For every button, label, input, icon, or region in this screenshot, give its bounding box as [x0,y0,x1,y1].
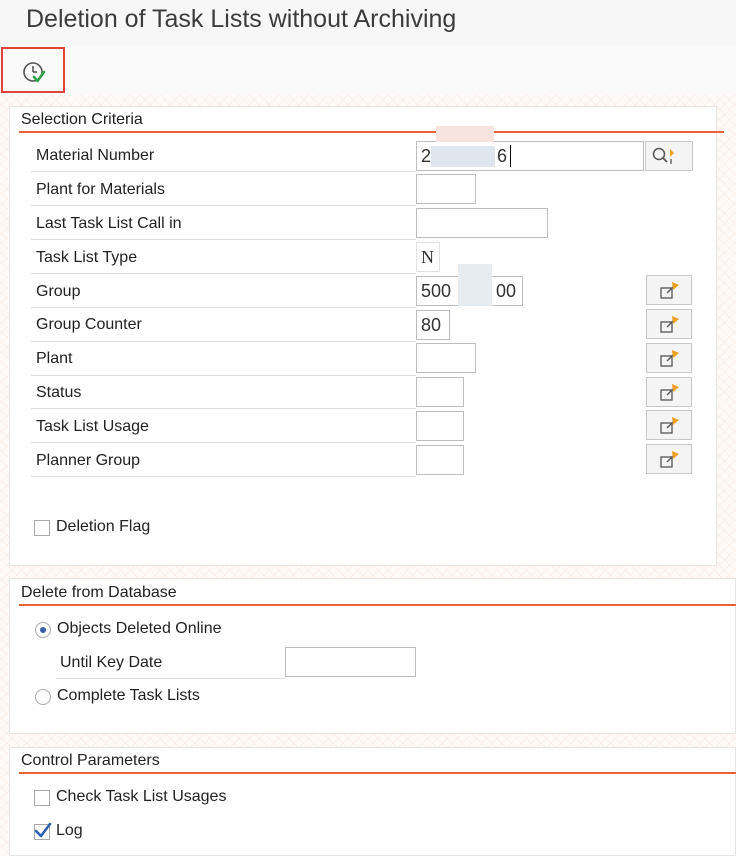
label-last-task-list-call: Last Task List Call in [36,215,182,232]
label-objects-deleted-online: Objects Deleted Online [57,620,222,637]
multiple-selection-icon [660,282,679,299]
label-complete-task-lists: Complete Task Lists [57,687,200,704]
multiple-selection-icon [660,451,679,468]
execute-button[interactable] [1,47,65,93]
field-value-end: 6 [497,146,508,166]
application-toolbar [0,45,736,96]
label-status: Status [36,384,82,401]
group-divider [19,131,724,133]
multiple-selection-button-task-list-usage[interactable] [646,410,692,440]
text-cursor [510,145,511,167]
check-task-list-usages-checkbox[interactable] [34,790,50,806]
multiple-selection-button-status[interactable] [646,377,692,407]
label-deletion-flag: Deletion Flag [56,518,151,535]
masked-value [436,126,494,142]
title-bar: Deletion of Task Lists without Archiving [0,0,736,46]
execute-clock-check-icon [23,62,46,83]
multiple-selection-button-plant[interactable] [646,343,692,373]
search-value-help-icon [652,147,674,164]
complete-task-lists-radio[interactable] [35,689,51,705]
field-value-start: 2 [421,146,432,166]
multiple-selection-button-group[interactable] [646,275,692,305]
label-task-list-usage: Task List Usage [36,418,149,435]
last-task-list-call-field[interactable] [416,208,548,238]
label-until-key-date: Until Key Date [60,654,163,671]
planner-group-field[interactable] [416,445,464,475]
label-planner-group: Planner Group [36,452,141,469]
row-divider [31,375,416,376]
status-field[interactable] [416,377,464,407]
label-group: Group [36,283,81,300]
checkmark-icon [34,822,52,838]
row-divider [31,239,416,240]
label-log: Log [56,822,83,839]
group-title: Delete from Database [21,584,177,601]
matchcode-button[interactable] [645,141,693,171]
plant-for-materials-field[interactable] [416,174,476,204]
log-checkbox[interactable] [34,822,52,840]
row-divider [31,341,416,342]
task-list-usage-field[interactable] [416,411,464,441]
label-plant-for-materials: Plant for Materials [36,181,165,198]
label-group-counter: Group Counter [36,316,142,333]
multiple-selection-icon [660,316,679,333]
multiple-selection-icon [660,384,679,401]
label-material-number: Material Number [36,147,155,164]
multiple-selection-icon [660,350,679,367]
masked-value [431,146,495,167]
multiple-selection-button-group-counter[interactable] [646,309,692,339]
page-title: Deletion of Task Lists without Archiving [26,5,457,33]
row-divider [31,273,416,274]
objects-deleted-online-radio[interactable] [35,622,51,638]
group-title: Control Parameters [21,752,160,769]
deletion-flag-checkbox[interactable] [34,520,50,536]
group-divider [19,604,736,606]
multiple-selection-button-planner-group[interactable] [646,444,692,474]
group-counter-field[interactable]: 80 [416,310,450,340]
masked-value [458,264,492,306]
field-value-start: 500 [421,281,452,301]
row-divider [31,307,416,308]
row-divider [31,442,416,443]
plant-field[interactable] [416,343,476,373]
row-divider [31,408,416,409]
row-divider [31,476,416,477]
label-task-list-type: Task List Type [36,249,138,266]
field-value-end: 00 [496,281,517,301]
multiple-selection-icon [660,417,679,434]
group-divider [19,772,736,774]
task-list-type-field[interactable]: N [416,242,440,272]
row-divider [31,205,416,206]
label-check-task-list-usages: Check Task List Usages [56,788,227,805]
label-plant: Plant [36,350,73,367]
group-selection-criteria: Selection Criteria [9,106,724,566]
until-key-date-field[interactable] [285,647,416,677]
row-divider [56,678,284,679]
group-title: Selection Criteria [21,111,143,128]
row-divider [31,171,416,172]
